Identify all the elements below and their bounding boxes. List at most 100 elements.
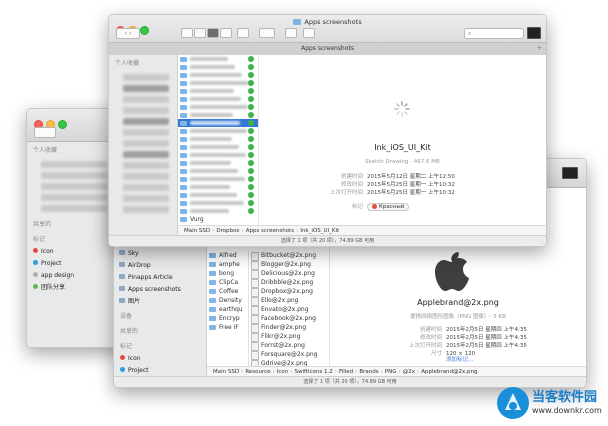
blurred-sidebar-item[interactable] — [123, 85, 169, 92]
blurred-sidebar-item[interactable] — [123, 162, 169, 169]
blurred-file-row[interactable] — [178, 199, 258, 207]
blurred-sidebar-item[interactable] — [123, 206, 169, 213]
blurred-sidebar-item[interactable] — [123, 173, 169, 180]
blurred-file-row[interactable] — [178, 95, 258, 103]
file-row[interactable]: Flikr@2x.png — [249, 332, 329, 342]
blurred-sidebar-item[interactable] — [123, 151, 169, 158]
blurred-sidebar-item[interactable] — [41, 183, 107, 190]
path-item[interactable]: @2x — [403, 369, 415, 375]
path-item[interactable]: Apps screenshots — [246, 228, 294, 234]
blurred-file-row[interactable] — [178, 191, 258, 199]
cover-flow-button[interactable] — [220, 28, 232, 38]
folder-row[interactable]: ClipCa — [207, 278, 247, 287]
blurred-file-row[interactable] — [178, 143, 258, 151]
blurred-file-row[interactable] — [178, 55, 258, 63]
zoom-button[interactable] — [58, 120, 67, 129]
folder-row[interactable]: Alfred — [207, 251, 247, 260]
path-item[interactable]: Filled — [339, 369, 353, 375]
blurred-file-row[interactable] — [178, 103, 258, 111]
action-gear-button[interactable] — [259, 28, 276, 38]
blurred-file-row[interactable] — [178, 159, 258, 167]
blurred-file-row[interactable] — [178, 151, 258, 159]
blurred-sidebar-item[interactable] — [123, 74, 169, 81]
blurred-file-row[interactable] — [178, 79, 258, 87]
blurred-sidebar-item[interactable] — [41, 205, 107, 212]
folder-row[interactable]: Encryp — [207, 314, 247, 323]
blurred-file-row[interactable] — [178, 127, 258, 135]
path-item[interactable]: Resource — [245, 369, 270, 375]
blurred-file-row[interactable] — [178, 175, 258, 183]
blurred-file-row[interactable] — [178, 63, 258, 71]
sidebar-tag-item[interactable]: Icon — [114, 353, 206, 365]
blurred-file-row[interactable] — [178, 111, 258, 119]
file-row[interactable]: Vurg — [178, 215, 258, 224]
list-view-button[interactable] — [194, 28, 206, 38]
blurred-sidebar-item[interactable] — [41, 194, 107, 201]
sidebar-tag-item[interactable]: 团队分享 — [27, 282, 115, 294]
tab-apps-screenshots[interactable]: Apps screenshots + — [109, 42, 546, 55]
path-item[interactable]: PNG — [385, 369, 397, 375]
blurred-file-row[interactable] — [178, 87, 258, 95]
sidebar-item[interactable]: Sky — [114, 248, 206, 260]
path-item[interactable]: Main SSD — [213, 369, 239, 375]
blurred-sidebar-item[interactable] — [123, 118, 169, 125]
sidebar-tag-item[interactable]: Project — [27, 258, 115, 270]
blurred-sidebar-item[interactable] — [123, 184, 169, 191]
folder-row[interactable]: earthqu — [207, 305, 247, 314]
path-item[interactable]: Ink_iOS_UI_Kit — [300, 228, 339, 234]
blurred-sidebar-item[interactable] — [123, 195, 169, 202]
blurred-file-row[interactable] — [178, 71, 258, 79]
tag-chip[interactable]: Красный — [367, 203, 410, 211]
blurred-sidebar-item[interactable] — [41, 161, 107, 168]
icon-view-button[interactable] — [181, 28, 193, 38]
sidebar-item[interactable]: AirDrop — [114, 260, 206, 272]
sidebar-item[interactable]: Pinapps Article — [114, 272, 206, 284]
file-row[interactable]: Finder@2x.png — [249, 323, 329, 333]
file-row[interactable]: Blogger@2x.png — [249, 260, 329, 270]
blurred-sidebar-item[interactable] — [41, 172, 107, 179]
terminal-icon[interactable] — [562, 167, 578, 179]
sidebar-item[interactable]: 图片 — [114, 296, 206, 308]
path-item[interactable]: Main SSD — [184, 228, 210, 234]
folder-row[interactable]: bong — [207, 269, 247, 278]
path-item[interactable]: Applebrand@2x.png — [421, 369, 477, 375]
blurred-file-row[interactable] — [178, 207, 258, 215]
folder-row[interactable]: Density — [207, 296, 247, 305]
file-row[interactable]: Bitbucket@2x.png — [249, 251, 329, 261]
sidebar-tag-item[interactable]: app design — [27, 270, 115, 282]
file-row[interactable]: Ello@2x.png — [249, 296, 329, 306]
blurred-file-row[interactable] — [178, 135, 258, 143]
arrange-button[interactable] — [237, 28, 249, 38]
column-view-button[interactable] — [207, 28, 219, 38]
sidebar-item[interactable]: Apps screenshots — [114, 284, 206, 296]
path-item[interactable]: Dropbox — [216, 228, 239, 234]
sidebar-tag-item[interactable]: Icon — [27, 246, 115, 258]
blurred-file-row[interactable] — [178, 167, 258, 175]
back-nav-buttons[interactable] — [34, 127, 56, 138]
folder-row[interactable]: Free iF — [207, 323, 247, 332]
path-item[interactable]: Brands — [359, 369, 378, 375]
blurred-sidebar-item[interactable] — [123, 107, 169, 114]
folder-row[interactable]: amphe — [207, 260, 247, 269]
file-row[interactable]: Facebook@2x.png — [249, 314, 329, 324]
search-field[interactable]: ⌕ — [464, 28, 524, 39]
path-item[interactable]: Icon — [277, 369, 289, 375]
blurred-sidebar-item[interactable] — [123, 96, 169, 103]
path-item[interactable]: Swifticons 1.2 — [294, 369, 332, 375]
file-row[interactable]: Forsquare@2x.png — [249, 350, 329, 360]
file-row[interactable]: Delicious@2x.png — [249, 269, 329, 279]
back-forward-buttons[interactable]: ‹ › — [116, 28, 140, 39]
file-row[interactable]: Dribbble@2x.png — [249, 278, 329, 288]
share-button[interactable] — [285, 28, 298, 38]
zoom-button[interactable] — [140, 26, 149, 35]
tag-button[interactable] — [303, 28, 316, 38]
add-tab-button[interactable]: + — [537, 43, 542, 55]
file-row[interactable]: Dropbox@2x.png — [249, 287, 329, 297]
terminal-icon[interactable] — [527, 27, 541, 39]
add-tags-link[interactable]: 添加标记… — [446, 355, 474, 363]
blurred-sidebar-item[interactable] — [123, 129, 169, 136]
blurred-file-row[interactable] — [178, 183, 258, 191]
blurred-file-row[interactable] — [178, 119, 258, 127]
file-row[interactable]: Envato@2x.png — [249, 305, 329, 315]
blurred-sidebar-item[interactable] — [123, 140, 169, 147]
